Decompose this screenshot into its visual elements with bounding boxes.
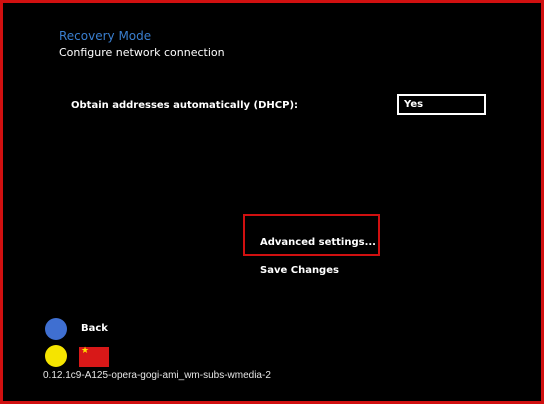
china-flag-icon[interactable]: ★ (79, 347, 109, 367)
page-subtitle: Configure network connection (59, 46, 225, 59)
blue-circle-icon[interactable] (45, 318, 67, 340)
version-string: 0.12.1c9-A125-opera-gogi-ami_wm-subs-wme… (43, 370, 271, 381)
back-button-label[interactable]: Back (81, 323, 108, 334)
flag-star-icon: ★ (81, 346, 90, 356)
screen-frame: Recovery Mode Configure network connecti… (0, 0, 544, 404)
focus-highlight (243, 214, 380, 256)
advanced-settings-item[interactable]: Advanced settings... (260, 237, 376, 248)
page-title: Recovery Mode (59, 29, 152, 43)
save-changes-item[interactable]: Save Changes (260, 265, 339, 276)
dhcp-select[interactable]: Yes (397, 94, 486, 115)
yellow-circle-icon[interactable] (45, 345, 67, 367)
dhcp-label: Obtain addresses automatically (DHCP): (71, 100, 299, 111)
